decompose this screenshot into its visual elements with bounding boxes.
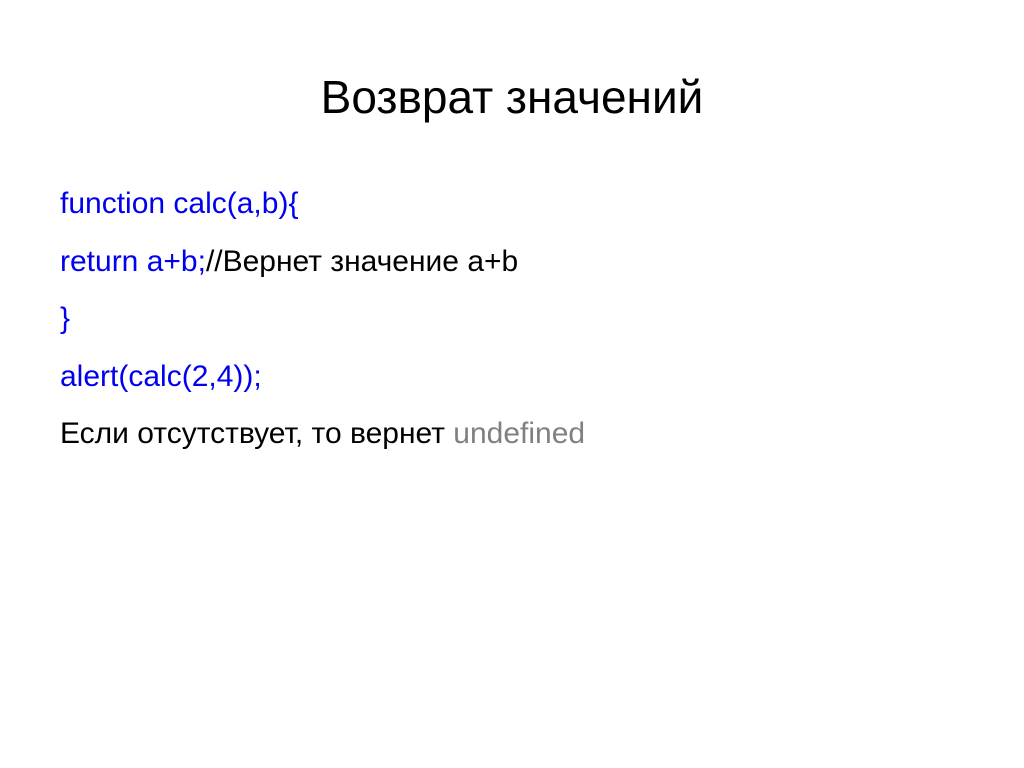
code-line-4: alert(calc(2,4)); — [60, 352, 964, 402]
code-text: } — [60, 302, 70, 335]
body-text: Если отсутствует, то вернет — [60, 417, 453, 450]
slide-content: function calc(a,b){ return a+b;//Вернет … — [60, 179, 964, 459]
code-text: alert(calc(2,4)); — [60, 360, 262, 393]
slide-title: Возврат значений — [60, 70, 964, 124]
keyword-text: undefined — [453, 417, 585, 450]
code-text: return a+b; — [60, 245, 206, 278]
code-line-5: Если отсутствует, то вернет undefined — [60, 409, 964, 459]
code-line-2: return a+b;//Вернет значение a+b — [60, 237, 964, 287]
code-text: function calc(a,b){ — [60, 187, 298, 220]
code-line-3: } — [60, 294, 964, 344]
code-line-1: function calc(a,b){ — [60, 179, 964, 229]
slide-container: Возврат значений function calc(a,b){ ret… — [0, 0, 1024, 768]
comment-text: //Вернет значение a+b — [206, 245, 518, 278]
